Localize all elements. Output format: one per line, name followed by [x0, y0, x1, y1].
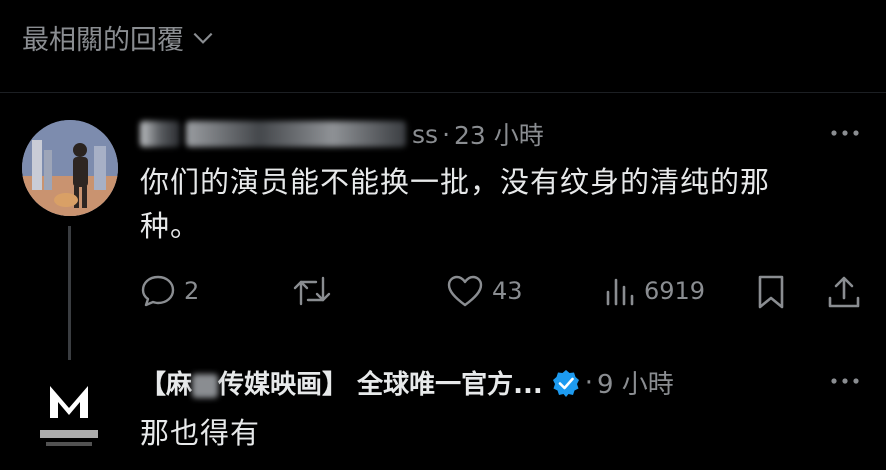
timestamp: 23 小時 — [454, 121, 544, 150]
sort-dropdown[interactable]: 最相關的回覆 — [22, 18, 216, 57]
share-icon — [828, 276, 860, 308]
like-button[interactable]: 43 — [446, 274, 523, 308]
avatar[interactable] — [26, 372, 112, 458]
views-button[interactable]: 6919 — [604, 274, 705, 308]
avatar-image — [22, 120, 118, 216]
like-count: 43 — [492, 277, 523, 305]
verified-badge-icon — [552, 369, 579, 397]
brand-logo-icon — [40, 386, 98, 446]
divider — [0, 92, 886, 93]
timestamp: 9 小時 — [596, 370, 674, 400]
repost-icon — [293, 276, 331, 306]
avatar[interactable] — [22, 120, 118, 216]
redacted-char — [192, 373, 219, 398]
reply-text-line: 种。 — [140, 209, 201, 243]
display-name[interactable]: 【麻 传媒映画】 全球唯一官方... — [140, 364, 543, 401]
separator: · — [584, 367, 593, 398]
more-options-icon[interactable] — [828, 118, 862, 152]
redacted-handle — [186, 121, 406, 147]
reply-header: ss · 23 小時 — [140, 116, 544, 152]
share-button[interactable] — [826, 274, 862, 310]
view-count: 6919 — [644, 277, 706, 305]
heart-icon — [447, 275, 483, 307]
reply-text-line: 你们的演员能不能换一批，没有纹身的清纯的那 — [140, 165, 771, 199]
bookmark-button[interactable] — [756, 274, 786, 310]
separator: · — [442, 119, 451, 149]
analytics-icon — [606, 278, 634, 306]
repost-button[interactable] — [292, 274, 340, 308]
bookmark-icon — [758, 275, 784, 309]
reply-text: 你们的演员能不能换一批，没有纹身的清纯的那 种。 — [140, 160, 860, 248]
reply-button[interactable]: 2 — [140, 274, 199, 308]
sort-label: 最相關的回覆 — [22, 25, 184, 56]
display-name-start: 【麻 — [140, 370, 193, 400]
redacted-name — [140, 121, 180, 147]
display-name-rest: 传媒映画】 全球唯一官方... — [218, 370, 543, 400]
handle-tail: ss — [412, 119, 439, 149]
comment-icon — [141, 275, 175, 307]
thread-line — [68, 226, 71, 360]
reply-header: 【麻 传媒映画】 全球唯一官方... · 9 小時 — [140, 364, 674, 401]
reply-text: 那也得有 — [140, 416, 261, 450]
reply-count: 2 — [184, 277, 200, 305]
more-options-icon[interactable] — [828, 366, 862, 400]
chevron-down-icon — [193, 32, 213, 44]
